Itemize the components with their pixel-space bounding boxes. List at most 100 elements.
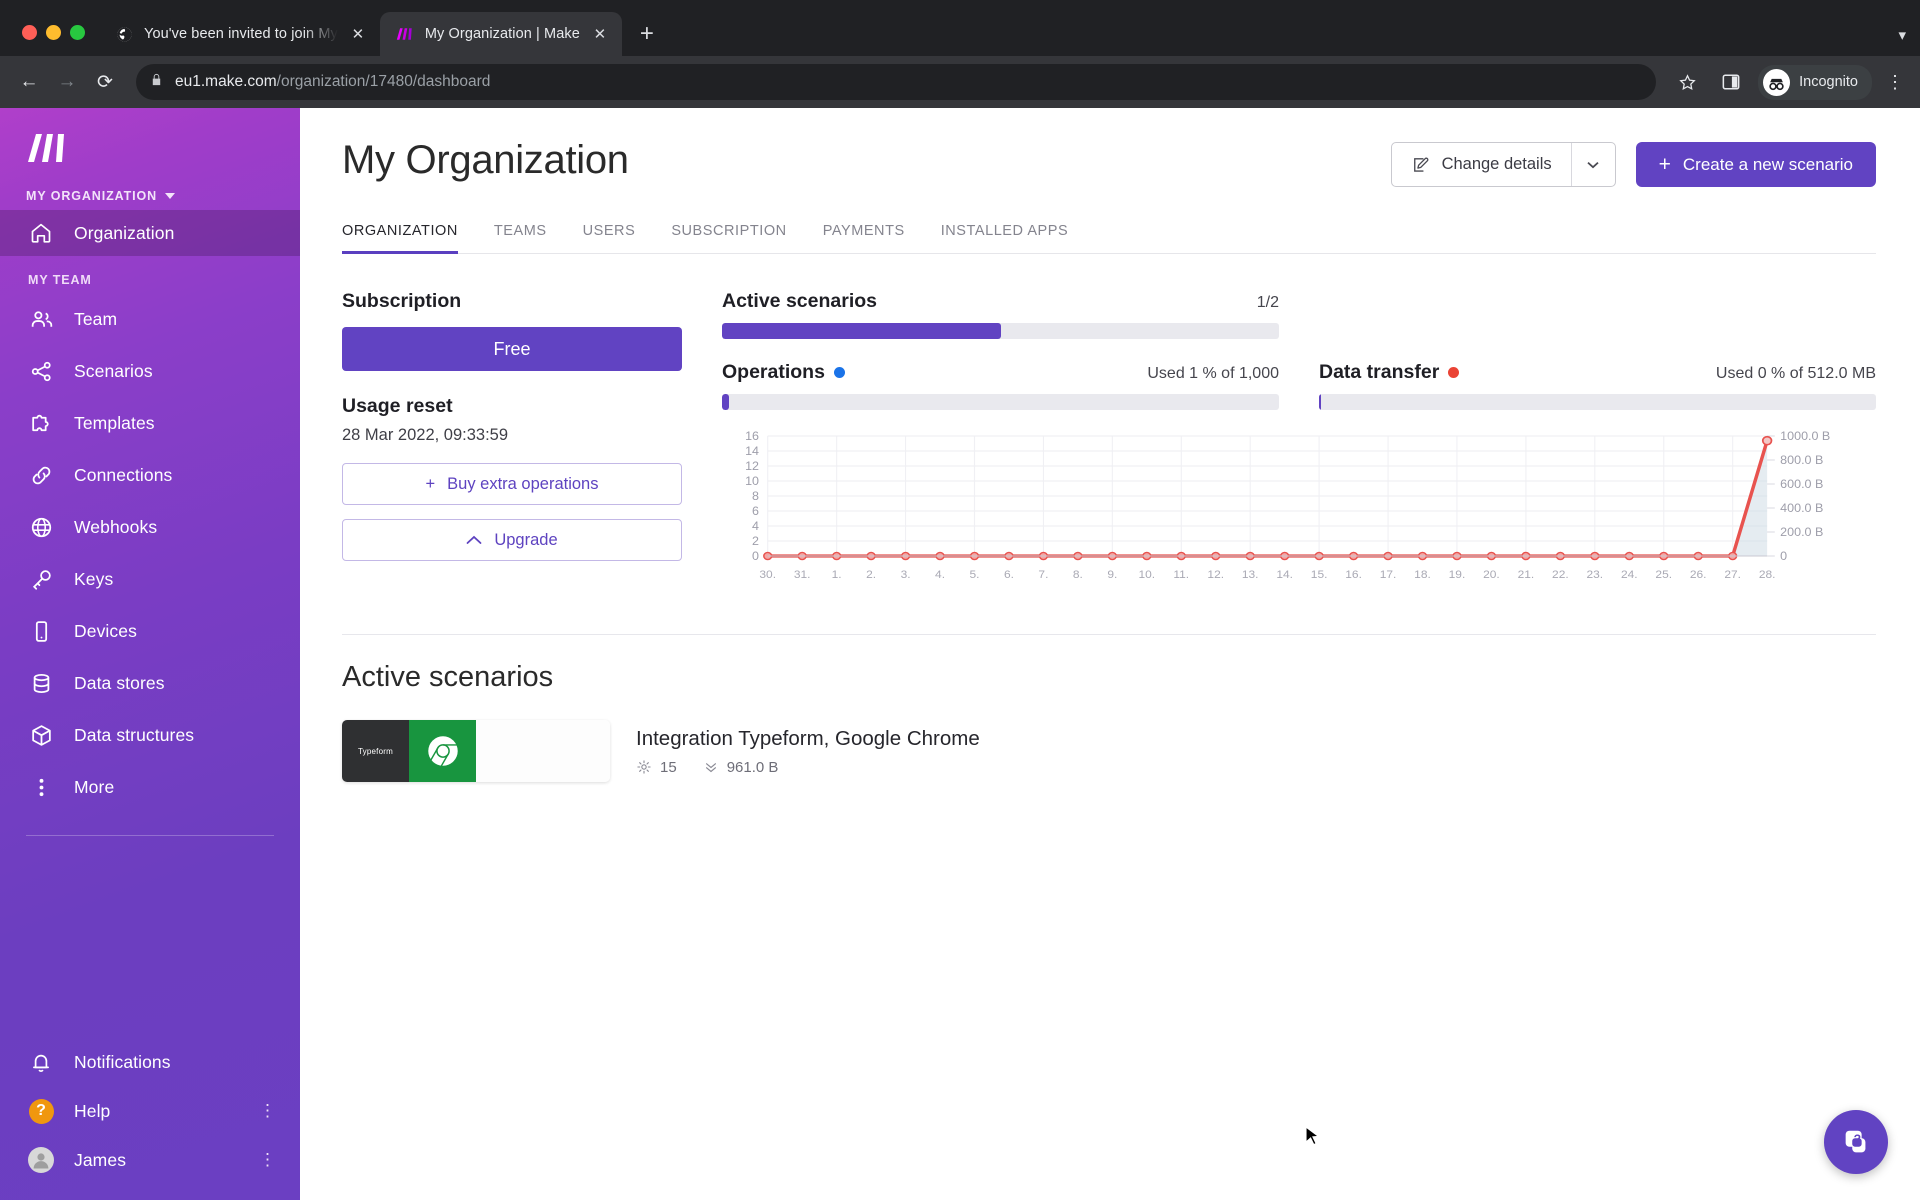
user-menu-button[interactable]: ⋮	[259, 1151, 276, 1168]
svg-text:8.: 8.	[1073, 569, 1083, 580]
help-menu-button[interactable]: ⋮	[259, 1102, 276, 1119]
buy-extra-operations-button[interactable]: + Buy extra operations	[342, 463, 682, 505]
change-details-split-button[interactable]: Change details	[1390, 142, 1616, 187]
incognito-icon	[1763, 68, 1791, 96]
main-content: My Organization Change details + Create …	[300, 108, 1920, 1200]
sidebar-item-organization[interactable]: Organization	[0, 210, 300, 256]
change-details-label: Change details	[1441, 155, 1552, 173]
sidebar-item-data-structures[interactable]: Data structures	[0, 712, 300, 758]
address-bar[interactable]: eu1.make.com/organization/17480/dashboar…	[136, 64, 1657, 100]
svg-text:31.: 31.	[794, 569, 811, 580]
bell-icon	[28, 1049, 54, 1075]
chevron-down-icon	[1587, 161, 1599, 168]
sidebar-item-team[interactable]: Team	[0, 296, 300, 342]
help-badge-icon: ?	[28, 1098, 54, 1124]
scenario-transfer: 961.0 B	[726, 758, 779, 776]
scenario-name: Integration Typeform, Google Chrome	[636, 726, 980, 750]
svg-text:12: 12	[745, 459, 759, 472]
help-chat-button[interactable]: ?	[1824, 1110, 1888, 1174]
browser-tab-1-title: You've been invited to join My	[144, 26, 338, 42]
plan-badge[interactable]: Free	[342, 327, 682, 371]
data-transfer-meter: Data transfer Used 0 % of 512.0 MB	[1319, 361, 1876, 410]
tab-payments[interactable]: PAYMENTS	[823, 223, 905, 253]
upgrade-button[interactable]: Upgrade	[342, 519, 682, 561]
sidebar-item-label: Notifications	[74, 1051, 171, 1072]
forward-button[interactable]: →	[50, 65, 84, 99]
plus-icon: +	[425, 474, 436, 493]
sidebar-item-user[interactable]: James ⋮	[0, 1137, 300, 1183]
operations-title-label: Operations	[722, 361, 825, 383]
svg-text:0: 0	[752, 549, 759, 562]
svg-text:1.: 1.	[832, 569, 842, 580]
home-icon	[28, 220, 54, 246]
sidebar-item-label: More	[74, 776, 115, 797]
back-button[interactable]: ←	[12, 65, 46, 99]
org-switcher[interactable]: MY ORGANIZATION	[0, 169, 300, 207]
sidebar-item-more[interactable]: More	[0, 764, 300, 810]
usage-reset-value: 28 Mar 2022, 09:33:59	[342, 426, 509, 444]
tab-teams[interactable]: TEAMS	[494, 223, 547, 253]
meters-top-row: Active scenarios 1/2	[722, 290, 1876, 339]
subscription-panel: Subscription Free Usage reset 28 Mar 202…	[342, 290, 682, 598]
tab-users[interactable]: USERS	[583, 223, 636, 253]
sidebar-item-scenarios[interactable]: Scenarios	[0, 348, 300, 394]
close-window-button[interactable]	[22, 25, 37, 40]
database-icon	[28, 670, 54, 696]
svg-text:2.: 2.	[866, 569, 876, 580]
star-icon[interactable]	[1670, 65, 1704, 99]
svg-text:600.0 B: 600.0 B	[1780, 477, 1823, 490]
change-details-dropdown-button[interactable]	[1570, 143, 1615, 186]
list-item[interactable]: Typeform Integration Typeform, Google Ch…	[342, 720, 1876, 782]
sidebar-item-help[interactable]: ? Help ⋮	[0, 1088, 300, 1134]
sidebar-item-templates[interactable]: Templates	[0, 400, 300, 446]
tabstrip-right-controls: ▾	[1898, 26, 1920, 56]
reload-button[interactable]: ⟳	[88, 65, 122, 99]
chevron-down-icon[interactable]: ▾	[1898, 26, 1906, 44]
browser-menu-button[interactable]: ⋮	[1882, 73, 1908, 91]
browser-tab-1[interactable]: You've been invited to join My ✕	[99, 12, 380, 56]
create-scenario-label: Create a new scenario	[1682, 154, 1853, 174]
svg-text:18.: 18.	[1414, 569, 1431, 580]
tab-organization[interactable]: ORGANIZATION	[342, 223, 458, 254]
link-icon	[28, 462, 54, 488]
usage-chart: 0 2 4 6 8 10 12 14 16 0 200.0 B 400.0 B 600.0 B 800.0…	[722, 428, 1876, 598]
close-tab-2-button[interactable]: ✕	[590, 24, 610, 44]
svg-text:10.: 10.	[1138, 569, 1155, 580]
svg-text:1000.0 B: 1000.0 B	[1780, 429, 1830, 442]
sidebar-item-keys[interactable]: Keys	[0, 556, 300, 602]
close-tab-1-button[interactable]: ✕	[348, 24, 368, 44]
new-tab-button[interactable]: +	[630, 17, 664, 51]
toolbar-right-controls: Incognito ⋮	[1670, 64, 1908, 100]
svg-text:4: 4	[752, 519, 759, 532]
sidebar-item-devices[interactable]: Devices	[0, 608, 300, 654]
sidebar-section-my-team: MY TEAM	[28, 273, 92, 287]
svg-text:11.: 11.	[1173, 569, 1189, 580]
minimize-window-button[interactable]	[46, 25, 61, 40]
browser-tab-2[interactable]: My Organization | Make ✕	[379, 12, 622, 56]
subscription-heading: Subscription	[342, 290, 462, 312]
svg-text:16.: 16.	[1345, 569, 1362, 580]
tab-subscription[interactable]: SUBSCRIPTION	[671, 223, 786, 253]
url-domain: eu1.make.com	[175, 73, 277, 90]
sidebar-item-label: Scenarios	[74, 360, 153, 381]
sidebar-item-webhooks[interactable]: Webhooks	[0, 504, 300, 550]
active-scenarios-meter: Active scenarios 1/2	[722, 290, 1279, 339]
svg-text:6: 6	[752, 504, 759, 517]
sidebar-item-data-stores[interactable]: Data stores	[0, 660, 300, 706]
svg-text:19.: 19.	[1449, 569, 1466, 580]
typeform-app-icon: Typeform	[342, 720, 409, 782]
data-transfer-title-label: Data transfer	[1319, 361, 1440, 383]
svg-text:22.: 22.	[1552, 569, 1569, 580]
avatar-icon	[28, 1147, 54, 1173]
create-new-scenario-button[interactable]: + Create a new scenario	[1635, 142, 1876, 187]
sidebar-item-notifications[interactable]: Notifications	[0, 1039, 300, 1085]
change-details-button[interactable]: Change details	[1392, 143, 1571, 186]
maximize-window-button[interactable]	[70, 25, 85, 40]
tab-installed-apps[interactable]: INSTALLED APPS	[941, 223, 1069, 253]
sidebar-item-connections[interactable]: Connections	[0, 452, 300, 498]
side-panel-icon[interactable]	[1714, 65, 1748, 99]
profile-incognito-button[interactable]: Incognito	[1758, 64, 1872, 100]
make-logo[interactable]	[0, 108, 300, 169]
usage-panel: Active scenarios 1/2 Operations Used 1 %…	[722, 290, 1876, 598]
data-transfer-value: Used 0 % of 512.0 MB	[1715, 365, 1876, 382]
